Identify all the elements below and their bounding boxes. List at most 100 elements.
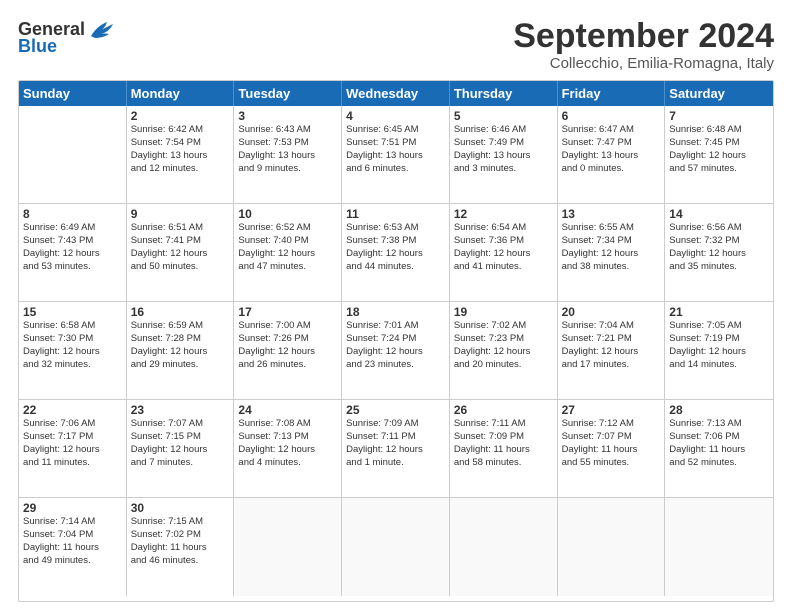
cell-detail-line: Daylight: 13 hours	[131, 150, 230, 163]
day-cell-12: 12Sunrise: 6:54 AMSunset: 7:36 PMDayligh…	[450, 204, 558, 302]
cell-detail-line: Sunset: 7:43 PM	[23, 235, 122, 248]
cell-detail-line: Sunrise: 7:05 AM	[669, 320, 769, 333]
cell-detail-line: Sunrise: 6:52 AM	[238, 222, 337, 235]
day-number-12: 12	[454, 207, 553, 221]
cell-detail-line: Sunset: 7:09 PM	[454, 431, 553, 444]
day-number-20: 20	[562, 305, 661, 319]
day-cell-25: 25Sunrise: 7:09 AMSunset: 7:11 PMDayligh…	[342, 400, 450, 498]
day-cell-22: 22Sunrise: 7:06 AMSunset: 7:17 PMDayligh…	[19, 400, 127, 498]
cell-detail-line: Sunrise: 7:00 AM	[238, 320, 337, 333]
cell-detail-line: Sunrise: 6:59 AM	[131, 320, 230, 333]
cell-detail-line: Daylight: 13 hours	[238, 150, 337, 163]
header-tuesday: Tuesday	[234, 81, 342, 106]
day-cell-1	[19, 106, 127, 204]
day-number-23: 23	[131, 403, 230, 417]
header-monday: Monday	[127, 81, 235, 106]
cell-detail-line: Sunset: 7:32 PM	[669, 235, 769, 248]
cell-detail-line: Sunrise: 7:14 AM	[23, 516, 122, 529]
day-cell-15: 15Sunrise: 6:58 AMSunset: 7:30 PMDayligh…	[19, 302, 127, 400]
cell-detail-line: and 6 minutes.	[346, 163, 445, 176]
day-number-14: 14	[669, 207, 769, 221]
title-section: September 2024 Collecchio, Emilia-Romagn…	[513, 18, 774, 72]
calendar: Sunday Monday Tuesday Wednesday Thursday…	[18, 80, 774, 602]
day-cell-21: 21Sunrise: 7:05 AMSunset: 7:19 PMDayligh…	[665, 302, 773, 400]
day-number-19: 19	[454, 305, 553, 319]
day-number-2: 2	[131, 109, 230, 123]
day-number-6: 6	[562, 109, 661, 123]
day-number-7: 7	[669, 109, 769, 123]
header-sunday: Sunday	[19, 81, 127, 106]
cell-detail-line: and 58 minutes.	[454, 457, 553, 470]
day-cell-11: 11Sunrise: 6:53 AMSunset: 7:38 PMDayligh…	[342, 204, 450, 302]
cell-detail-line: Sunrise: 7:07 AM	[131, 418, 230, 431]
day-number-3: 3	[238, 109, 337, 123]
cell-detail-line: Sunset: 7:13 PM	[238, 431, 337, 444]
cell-detail-line: Sunset: 7:30 PM	[23, 333, 122, 346]
cell-detail-line: Daylight: 12 hours	[238, 444, 337, 457]
day-cell-30: 30Sunrise: 7:15 AMSunset: 7:02 PMDayligh…	[127, 498, 235, 596]
cell-detail-line: Sunset: 7:02 PM	[131, 529, 230, 542]
cell-detail-line: Sunrise: 7:12 AM	[562, 418, 661, 431]
cell-detail-line: Sunrise: 6:48 AM	[669, 124, 769, 137]
cell-detail-line: Sunset: 7:11 PM	[346, 431, 445, 444]
header: General Blue September 2024 Collecchio, …	[18, 18, 774, 72]
cell-detail-line: Daylight: 11 hours	[454, 444, 553, 457]
day-number-9: 9	[131, 207, 230, 221]
cell-detail-line: Sunrise: 6:54 AM	[454, 222, 553, 235]
day-number-16: 16	[131, 305, 230, 319]
day-cell-6: 6Sunrise: 6:47 AMSunset: 7:47 PMDaylight…	[558, 106, 666, 204]
cell-detail-line: Daylight: 11 hours	[23, 542, 122, 555]
cell-detail-line: Daylight: 11 hours	[562, 444, 661, 457]
cell-detail-line: Daylight: 12 hours	[454, 346, 553, 359]
month-title: September 2024	[513, 18, 774, 55]
day-cell-3: 3Sunrise: 6:43 AMSunset: 7:53 PMDaylight…	[234, 106, 342, 204]
cell-detail-line: and 50 minutes.	[131, 261, 230, 274]
cell-detail-line: Sunset: 7:49 PM	[454, 137, 553, 150]
cell-detail-line: and 0 minutes.	[562, 163, 661, 176]
location: Collecchio, Emilia-Romagna, Italy	[513, 55, 774, 72]
day-cell-14: 14Sunrise: 6:56 AMSunset: 7:32 PMDayligh…	[665, 204, 773, 302]
day-cell-19: 19Sunrise: 7:02 AMSunset: 7:23 PMDayligh…	[450, 302, 558, 400]
cell-detail-line: and 44 minutes.	[346, 261, 445, 274]
cell-detail-line: Daylight: 12 hours	[669, 346, 769, 359]
header-friday: Friday	[558, 81, 666, 106]
day-number-29: 29	[23, 501, 122, 515]
cell-detail-line: and 55 minutes.	[562, 457, 661, 470]
cell-detail-line: Sunrise: 6:47 AM	[562, 124, 661, 137]
day-cell-18: 18Sunrise: 7:01 AMSunset: 7:24 PMDayligh…	[342, 302, 450, 400]
day-cell-8: 8Sunrise: 6:49 AMSunset: 7:43 PMDaylight…	[19, 204, 127, 302]
cell-detail-line: and 23 minutes.	[346, 359, 445, 372]
day-cell-5: 5Sunrise: 6:46 AMSunset: 7:49 PMDaylight…	[450, 106, 558, 204]
cell-detail-line: Daylight: 12 hours	[346, 444, 445, 457]
day-number-4: 4	[346, 109, 445, 123]
cell-detail-line: Sunset: 7:36 PM	[454, 235, 553, 248]
cell-detail-line: Sunrise: 7:04 AM	[562, 320, 661, 333]
cell-detail-line: and 3 minutes.	[454, 163, 553, 176]
day-cell-10: 10Sunrise: 6:52 AMSunset: 7:40 PMDayligh…	[234, 204, 342, 302]
cell-detail-line: Daylight: 11 hours	[131, 542, 230, 555]
cell-detail-line: Daylight: 12 hours	[669, 150, 769, 163]
cell-detail-line: Sunset: 7:26 PM	[238, 333, 337, 346]
cell-detail-line: and 38 minutes.	[562, 261, 661, 274]
day-number-24: 24	[238, 403, 337, 417]
empty-cell	[450, 498, 558, 596]
empty-cell	[558, 498, 666, 596]
cell-detail-line: and 9 minutes.	[238, 163, 337, 176]
cell-detail-line: and 7 minutes.	[131, 457, 230, 470]
cell-detail-line: Sunrise: 7:15 AM	[131, 516, 230, 529]
day-number-11: 11	[346, 207, 445, 221]
cell-detail-line: and 14 minutes.	[669, 359, 769, 372]
day-cell-2: 2Sunrise: 6:42 AMSunset: 7:54 PMDaylight…	[127, 106, 235, 204]
cell-detail-line: Sunrise: 6:46 AM	[454, 124, 553, 137]
cell-detail-line: Sunrise: 7:02 AM	[454, 320, 553, 333]
day-number-26: 26	[454, 403, 553, 417]
cell-detail-line: Sunset: 7:40 PM	[238, 235, 337, 248]
cell-detail-line: and 12 minutes.	[131, 163, 230, 176]
cell-detail-line: and 20 minutes.	[454, 359, 553, 372]
cell-detail-line: Daylight: 12 hours	[23, 346, 122, 359]
cell-detail-line: Daylight: 13 hours	[562, 150, 661, 163]
cell-detail-line: Sunset: 7:17 PM	[23, 431, 122, 444]
day-cell-20: 20Sunrise: 7:04 AMSunset: 7:21 PMDayligh…	[558, 302, 666, 400]
cell-detail-line: Sunset: 7:04 PM	[23, 529, 122, 542]
cell-detail-line: Sunset: 7:19 PM	[669, 333, 769, 346]
